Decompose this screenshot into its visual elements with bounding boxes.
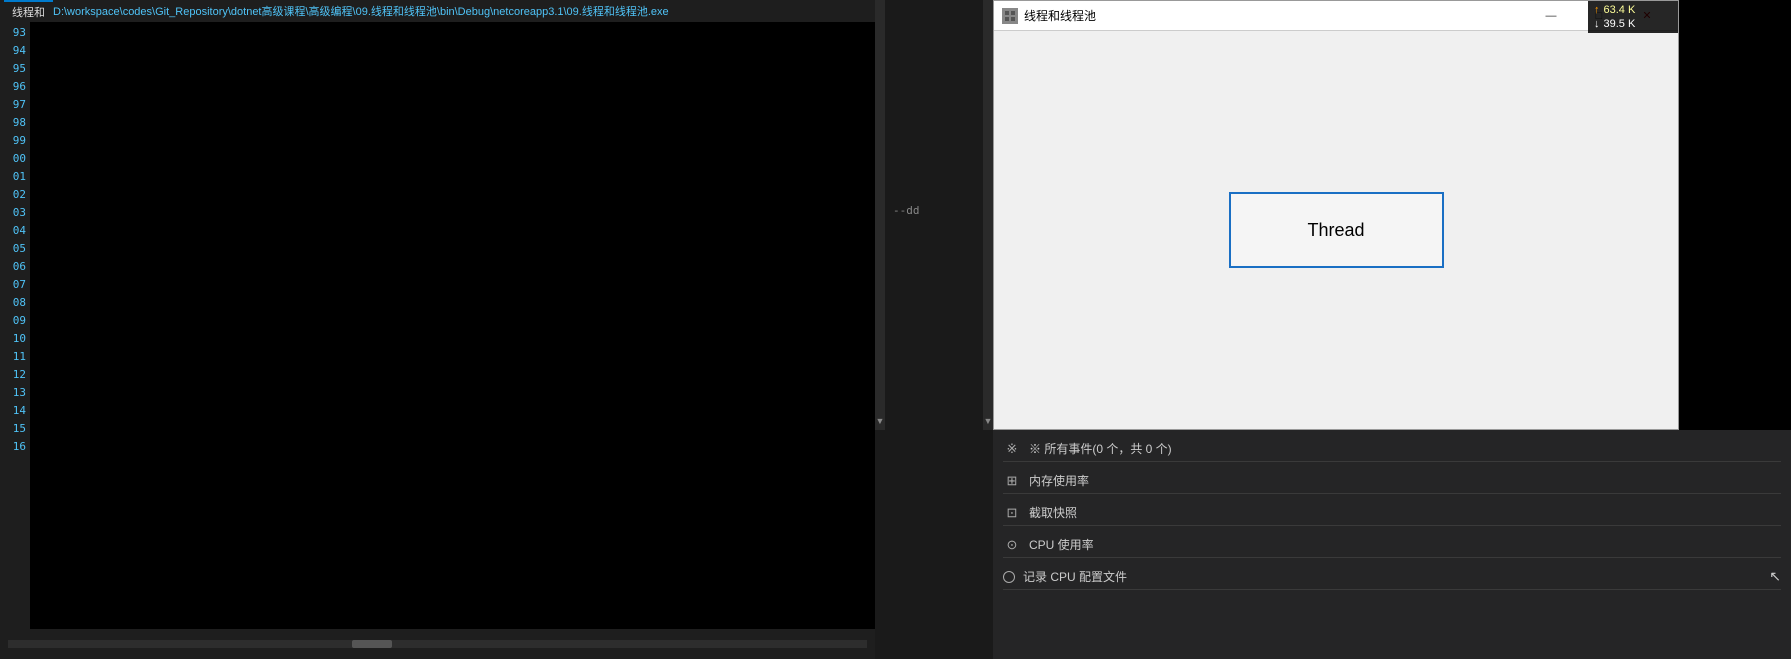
line-num: 14 bbox=[0, 402, 30, 420]
line-num: 98 bbox=[0, 114, 30, 132]
line-num: 99 bbox=[0, 132, 30, 150]
line-num: 02 bbox=[0, 186, 30, 204]
horizontal-scrollbar[interactable] bbox=[8, 640, 867, 648]
line-numbers-column: 93 94 95 96 97 98 99 00 01 02 03 04 05 0… bbox=[0, 22, 30, 629]
winforms-container: 线程和线程池 — □ ✕ Thread ↑ 63 bbox=[993, 0, 1679, 430]
scroll-down-arrow2[interactable]: ▼ bbox=[984, 416, 993, 426]
screenshot-row[interactable]: ⊡ 截取快照 bbox=[1003, 500, 1781, 526]
diagnostics-panel: ※ ※ 所有事件(0 个，共 0 个) ⊞ 内存使用率 ⊡ 截取快照 ⊙ bbox=[993, 430, 1791, 659]
winforms-content: Thread bbox=[994, 31, 1678, 429]
right-top-row: 线程和线程池 — □ ✕ Thread ↑ 63 bbox=[993, 0, 1791, 430]
thread-button[interactable]: Thread bbox=[1229, 192, 1444, 268]
terminal-titlebar: 线程和 D:\workspace\codes\Git_Repository\do… bbox=[0, 0, 875, 22]
line-num: 12 bbox=[0, 366, 30, 384]
line-num: 16 bbox=[0, 438, 30, 456]
minimize-button[interactable]: — bbox=[1528, 6, 1574, 26]
screenshot-label: 截取快照 bbox=[1029, 504, 1077, 521]
winforms-titlebar: 线程和线程池 — □ ✕ bbox=[994, 1, 1678, 31]
winforms-window: 线程和线程池 — □ ✕ Thread ↑ 63 bbox=[993, 0, 1679, 430]
line-num: 15 bbox=[0, 420, 30, 438]
line-num: 09 bbox=[0, 312, 30, 330]
mouse-cursor-icon: ↖ bbox=[1769, 568, 1781, 585]
line-num: 94 bbox=[0, 42, 30, 60]
memory-icon: ⊞ bbox=[1003, 472, 1021, 490]
cpu-profile-label: 记录 CPU 配置文件 bbox=[1023, 568, 1127, 585]
events-icon: ※ bbox=[1003, 440, 1021, 458]
events-row: ※ ※ 所有事件(0 个，共 0 个) bbox=[1003, 436, 1781, 462]
upload-row: ↑ 63.4 K bbox=[1594, 4, 1672, 16]
line-num: 08 bbox=[0, 294, 30, 312]
upload-icon: ↑ bbox=[1594, 4, 1600, 16]
radio-button[interactable] bbox=[1003, 571, 1015, 583]
download-row: ↓ 39.5 K bbox=[1594, 18, 1672, 30]
terminal-path: D:\workspace\codes\Git_Repository\dotnet… bbox=[53, 3, 669, 19]
mid-panel: ▼ ▼ --dd bbox=[875, 0, 993, 659]
memory-row[interactable]: ⊞ 内存使用率 bbox=[1003, 468, 1781, 494]
memory-label: 内存使用率 bbox=[1029, 472, 1089, 489]
download-value: 39.5 K bbox=[1604, 18, 1636, 30]
line-num: 03 bbox=[0, 204, 30, 222]
line-num: 06 bbox=[0, 258, 30, 276]
network-overlay: ↑ 63.4 K ↓ 39.5 K bbox=[1588, 1, 1678, 33]
screenshot-icon: ⊡ bbox=[1003, 504, 1021, 522]
mid-bottom-area bbox=[875, 430, 993, 659]
main-layout: 线程和 D:\workspace\codes\Git_Repository\do… bbox=[0, 0, 1791, 659]
diag-right-panel bbox=[1679, 0, 1791, 430]
line-num: 07 bbox=[0, 276, 30, 294]
line-num: 00 bbox=[0, 150, 30, 168]
line-num: 95 bbox=[0, 60, 30, 78]
dd-label: --dd bbox=[893, 204, 920, 217]
line-num: 13 bbox=[0, 384, 30, 402]
winforms-title: 线程和线程池 bbox=[1024, 7, 1522, 24]
cpu-icon: ⊙ bbox=[1003, 536, 1021, 554]
mid-scrollbar-right[interactable]: ▼ bbox=[983, 0, 993, 430]
cpu-profile-row[interactable]: 记录 CPU 配置文件 ↖ bbox=[1003, 564, 1781, 590]
cpu-label: CPU 使用率 bbox=[1029, 536, 1094, 553]
scroll-down-arrow[interactable]: ▼ bbox=[876, 416, 885, 426]
dd-text: --dd bbox=[889, 200, 924, 221]
line-num: 04 bbox=[0, 222, 30, 240]
right-section: 线程和线程池 — □ ✕ Thread ↑ 63 bbox=[993, 0, 1791, 659]
mid-top-area: ▼ ▼ --dd bbox=[875, 0, 993, 430]
scrollbar-thumb bbox=[352, 640, 392, 648]
line-num: 11 bbox=[0, 348, 30, 366]
line-num: 97 bbox=[0, 96, 30, 114]
line-num: 93 bbox=[0, 24, 30, 42]
events-label: ※ 所有事件(0 个，共 0 个) bbox=[1029, 440, 1172, 457]
terminal-tab[interactable]: 线程和 bbox=[4, 0, 53, 22]
line-num: 05 bbox=[0, 240, 30, 258]
line-num: 10 bbox=[0, 330, 30, 348]
app-icon bbox=[1002, 8, 1018, 24]
line-num: 96 bbox=[0, 78, 30, 96]
download-icon: ↓ bbox=[1594, 18, 1600, 30]
cpu-row: ⊙ CPU 使用率 bbox=[1003, 532, 1781, 558]
upload-value: 63.4 K bbox=[1604, 4, 1636, 16]
terminal-content bbox=[30, 22, 875, 629]
terminal-panel: 线程和 D:\workspace\codes\Git_Repository\do… bbox=[0, 0, 875, 659]
mid-scrollbar-left[interactable]: ▼ bbox=[875, 0, 885, 430]
terminal-scrollbar-bottom bbox=[0, 629, 875, 659]
line-num: 01 bbox=[0, 168, 30, 186]
